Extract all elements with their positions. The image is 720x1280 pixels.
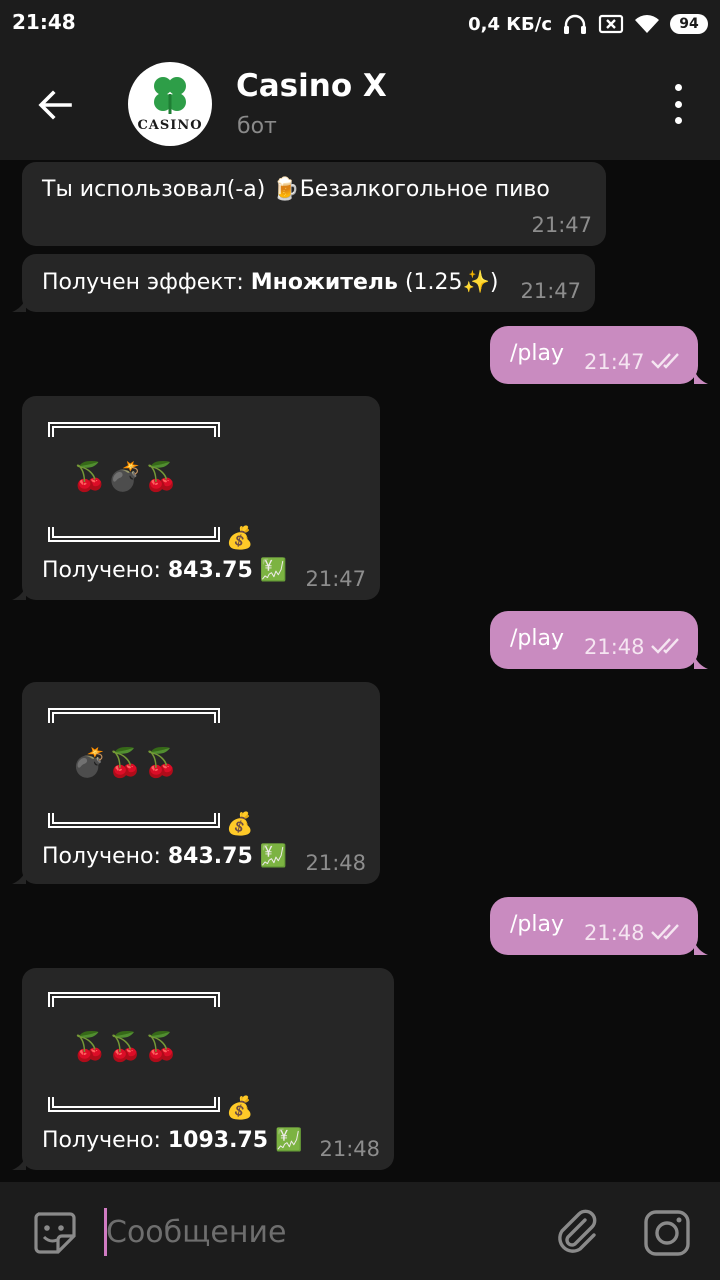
clover-logo-icon [154,77,186,114]
message-text: Получено: 843.75 💹 [42,844,288,869]
chat-header: CASINO Casino X бот [0,48,720,160]
message-incoming[interactable]: 🍒🍒🍒 💰 Получено: 1093.75 💹 21:48 [12,968,394,1170]
message-input[interactable]: Сообщение [104,1206,524,1258]
money-bag-icon: 💰 [226,526,254,551]
bubble-tail [694,370,708,384]
double-check-icon [651,353,679,369]
slot-frame-top [48,708,220,723]
message-text: Ты использовал(-а) 🍺Безалкогольное пиво [42,177,550,202]
paperclip-icon[interactable] [552,1206,602,1256]
message-text: Получено: 843.75 💹 [42,558,288,583]
slot-frame-top [48,422,220,437]
message-time: 21:47 [305,567,366,591]
double-check-icon [651,638,679,654]
message-time: 21:47 [584,350,645,374]
slot-frame-top [48,992,220,1007]
bubble-tail [12,870,26,884]
bubble-tail [694,941,708,955]
message-time: 21:47 [531,213,592,237]
slot-reels: 💣🍒🍒 [72,746,180,779]
message-text: /play [510,341,564,366]
message-text: Получено: 1093.75 💹 [42,1128,303,1153]
message-incoming[interactable]: Ты использовал(-а) 🍺Безалкогольное пиво … [22,162,606,246]
money-bag-icon: 💰 [226,812,254,837]
slot-reels: 🍒💣🍒 [72,460,180,493]
chat-title[interactable]: Casino X [236,68,387,104]
status-bar: 21:48 0,4 КБ/с 94 [0,0,720,48]
headphones-icon [564,14,586,34]
message-incoming[interactable]: Получен эффект: Множитель (1.25✨) 21:47 [12,254,595,312]
message-outgoing[interactable]: /play 21:48 [490,897,708,955]
bubble-tail [12,586,26,600]
avatar-text: CASINO [137,118,203,133]
message-time: 21:47 [520,279,581,303]
message-text: /play [510,626,564,651]
slot-frame-bottom [48,527,220,542]
message-outgoing[interactable]: /play 21:48 [490,611,708,669]
bubble-tail [12,1156,26,1170]
back-arrow-icon [38,90,72,120]
message-composer: Сообщение [0,1182,720,1280]
message-incoming[interactable]: 🍒💣🍒 💰 Получено: 843.75 💹 21:47 [12,396,380,600]
slot-reels: 🍒🍒🍒 [72,1030,180,1063]
bubble-tail [694,655,708,669]
sticker-icon[interactable] [30,1208,78,1256]
double-check-icon [651,924,679,940]
sim-off-icon [598,14,624,34]
slot-frame-bottom [48,813,220,828]
avatar[interactable]: CASINO [128,62,212,146]
battery-icon: 94 [670,14,708,34]
message-incoming[interactable]: 💣🍒🍒 💰 Получено: 843.75 💹 21:48 [12,682,380,884]
message-text: Получен эффект: Множитель (1.25✨) [42,270,499,295]
message-placeholder: Сообщение [106,1215,287,1250]
slot-frame-bottom [48,1097,220,1112]
message-outgoing[interactable]: /play 21:47 [490,326,708,384]
status-time: 21:48 [12,10,76,34]
network-speed: 0,4 КБ/с [468,13,552,35]
status-right: 0,4 КБ/с 94 [468,10,708,38]
message-time: 21:48 [319,1137,380,1161]
camera-icon[interactable] [642,1208,692,1258]
bubble-tail [12,298,26,312]
chat-subtitle: бот [237,114,277,139]
message-time: 21:48 [584,921,645,945]
more-vertical-icon[interactable] [666,84,690,124]
message-time: 21:48 [584,635,645,659]
money-bag-icon: 💰 [226,1096,254,1121]
message-text: /play [510,912,564,937]
back-button[interactable] [30,80,80,130]
message-time: 21:48 [305,851,366,875]
wifi-icon [635,15,659,33]
